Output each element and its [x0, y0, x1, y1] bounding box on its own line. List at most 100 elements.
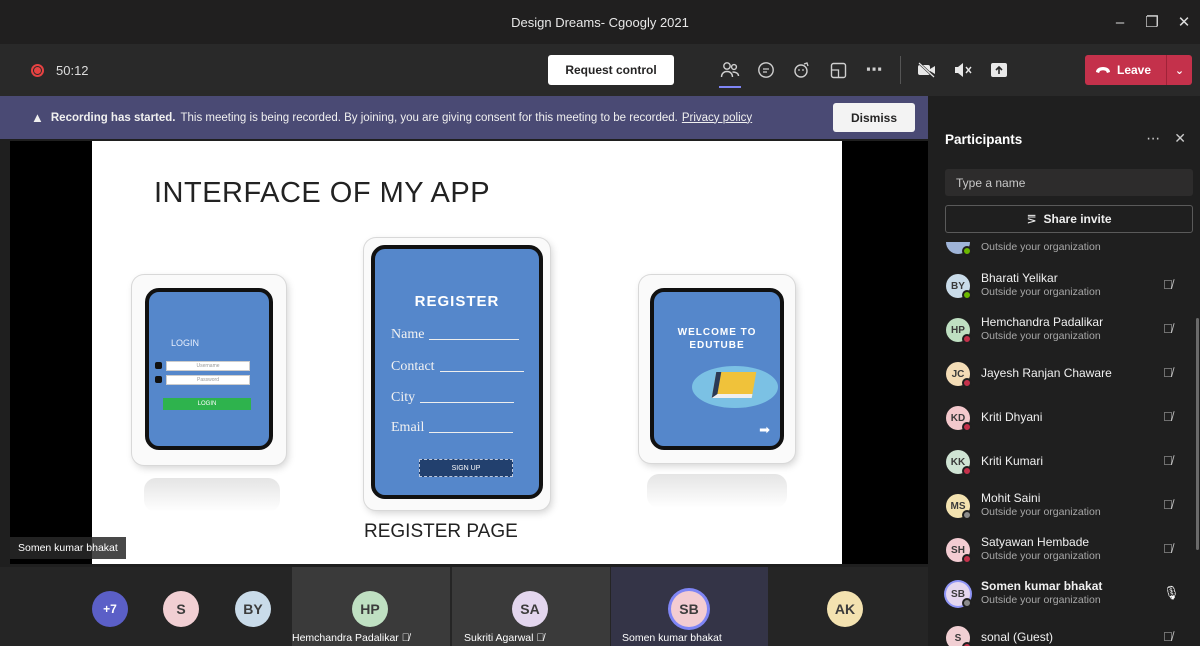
- avatar: BY: [235, 591, 271, 627]
- participants-icon[interactable]: [712, 52, 748, 88]
- more-options-icon[interactable]: ⋯: [856, 52, 892, 88]
- lock-icon: [155, 376, 162, 383]
- dismiss-button[interactable]: Dismiss: [833, 103, 915, 132]
- participant-item[interactable]: Outside your organization: [928, 242, 1200, 264]
- participant-item[interactable]: HP Hemchandra Padalikar Outside your org…: [928, 308, 1200, 352]
- warning-icon: ▲: [31, 110, 44, 125]
- password-field: Password: [166, 375, 250, 385]
- mic-off-icon: 🎙̸: [1163, 453, 1173, 468]
- minimize-icon[interactable]: –: [1104, 14, 1136, 31]
- toolbar-divider: [900, 56, 901, 84]
- tile-name: Sukriti Agarwal 🎙̸: [464, 632, 545, 644]
- login-mock-button: LOGIN: [163, 398, 251, 410]
- participant-name: Hemchandra Padalikar: [981, 315, 1104, 329]
- participant-tile[interactable]: S: [153, 567, 225, 646]
- participant-name: Jayesh Ranjan Chaware: [981, 366, 1112, 380]
- participant-name: Kriti Dhyani: [981, 410, 1043, 424]
- register-field-name: Name: [391, 327, 520, 343]
- share-screen-icon[interactable]: [981, 52, 1017, 88]
- avatar: SA: [512, 591, 548, 627]
- privacy-policy-link[interactable]: Privacy policy: [682, 112, 752, 124]
- mic-off-icon: 🎙̸: [1163, 277, 1173, 292]
- maximize-icon[interactable]: ❐: [1136, 13, 1168, 31]
- participant-item[interactable]: KK Kriti Kumari 🎙̸: [928, 440, 1200, 484]
- welcome-reflection: [647, 474, 787, 508]
- participant-org: Outside your organization: [981, 286, 1101, 298]
- reactions-icon[interactable]: [784, 52, 820, 88]
- participant-list-scrollbar[interactable]: [1196, 318, 1199, 550]
- next-arrow-icon: ➡: [759, 422, 770, 437]
- panel-close-icon[interactable]: ✕: [1174, 130, 1186, 147]
- recording-banner: ▲ Recording has started. This meeting is…: [0, 96, 928, 139]
- register-title: REGISTER: [414, 293, 500, 310]
- mic-on-icon: 🎙: [1163, 585, 1180, 600]
- participant-item[interactable]: JC Jayesh Ranjan Chaware 🎙̸: [928, 352, 1200, 396]
- participant-tile[interactable]: +7: [67, 567, 153, 646]
- mic-off-icon: 🎙̸: [536, 632, 545, 644]
- participant-item[interactable]: SB Somen kumar bhakat Outside your organ…: [928, 572, 1200, 616]
- participants-title: Participants: [945, 132, 1023, 147]
- participant-item[interactable]: SH Satyawan Hembade Outside your organiz…: [928, 528, 1200, 572]
- avatar: SB: [946, 582, 972, 608]
- leave-label: Leave: [1117, 63, 1152, 77]
- meeting-timer: 50:12: [56, 62, 89, 78]
- shared-screen: INTERFACE OF MY APP LOGIN Username Passw…: [10, 141, 928, 564]
- participant-item[interactable]: S sonal (Guest) 🎙̸: [928, 616, 1200, 646]
- participant-item[interactable]: BY Bharati Yelikar Outside your organiza…: [928, 264, 1200, 308]
- camera-off-icon[interactable]: [909, 52, 945, 88]
- meeting-toolbar: 50:12 Request control ⋯ Leave ⌄: [0, 44, 1200, 96]
- participant-list: Outside your organization BY Bharati Yel…: [928, 242, 1200, 646]
- participant-name: Satyawan Hembade: [981, 535, 1090, 549]
- register-phone-mockup: REGISTER Name Contact City Email SIGN UP: [364, 238, 550, 510]
- avatar: AK: [827, 591, 863, 627]
- login-title: LOGIN: [171, 338, 200, 348]
- participant-tile[interactable]: HP Hemchandra Padalikar 🎙̸: [292, 567, 450, 646]
- participants-panel: Participants ⋯ ✕ Type a name ⪚ Share inv…: [928, 96, 1200, 646]
- participant-org: Outside your organization: [981, 594, 1101, 606]
- participant-tile[interactable]: AK: [768, 567, 928, 646]
- close-window-icon[interactable]: ✕: [1168, 13, 1200, 31]
- request-control-button[interactable]: Request control: [548, 55, 674, 85]
- leave-button[interactable]: Leave ⌄: [1085, 55, 1192, 85]
- participant-tile[interactable]: BY: [225, 567, 292, 646]
- slide-title: INTERFACE OF MY APP: [154, 177, 491, 209]
- banner-text: This meeting is being recorded. By joini…: [180, 111, 678, 124]
- participant-name: Bharati Yelikar: [981, 271, 1058, 285]
- rooms-icon[interactable]: [820, 52, 856, 88]
- chat-icon[interactable]: [748, 52, 784, 88]
- share-invite-label: Share invite: [1043, 212, 1112, 226]
- participant-tile-active-speaker[interactable]: SB Somen kumar bhakat: [611, 567, 768, 646]
- register-page-caption: REGISTER PAGE: [364, 521, 518, 542]
- mic-off-icon: 🎙̸: [1163, 321, 1173, 336]
- banner-bold-text: Recording has started.: [50, 111, 176, 124]
- title-bar: Design Dreams- Cgoogly 2021 – ❐ ✕: [0, 0, 1200, 44]
- participant-name: Somen kumar bhakat: [981, 579, 1103, 593]
- participant-item[interactable]: MS Mohit Saini Outside your organization…: [928, 484, 1200, 528]
- participant-search-input[interactable]: Type a name: [945, 169, 1193, 196]
- welcome-title: WELCOME TO EDUTUBE: [677, 327, 757, 351]
- participant-tile[interactable]: SA Sukriti Agarwal 🎙̸: [452, 567, 610, 646]
- mic-off-icon: 🎙̸: [1163, 365, 1173, 380]
- mic-off-icon: 🎙̸: [1163, 409, 1173, 424]
- avatar: S: [946, 626, 972, 646]
- welcome-phone-mockup: WELCOME TO EDUTUBE ➡: [639, 275, 795, 463]
- hang-up-icon: [1095, 63, 1111, 77]
- panel-more-icon[interactable]: ⋯: [1146, 130, 1160, 147]
- window-controls: – ❐ ✕: [1104, 0, 1200, 44]
- speaker-muted-icon[interactable]: [945, 52, 981, 88]
- presenter-name-tag: Somen kumar bhakat: [10, 537, 126, 559]
- participant-strip: +7 S BY HP Hemchandra Padalikar 🎙̸ SA Su…: [0, 567, 928, 646]
- tile-name: Somen kumar bhakat: [622, 632, 722, 644]
- mic-off-icon: 🎙̸: [1163, 541, 1173, 556]
- participant-item[interactable]: KD Kriti Dhyani 🎙̸: [928, 396, 1200, 440]
- participant-org: Outside your organization: [981, 550, 1101, 562]
- participant-name: Mohit Saini: [981, 491, 1041, 505]
- user-icon: [155, 362, 162, 369]
- recording-icon: [31, 63, 44, 77]
- participant-org: Outside your organization: [981, 506, 1101, 518]
- avatar: BY: [946, 274, 972, 300]
- avatar: S: [163, 591, 199, 627]
- leave-options-chevron-icon[interactable]: ⌄: [1166, 55, 1192, 85]
- avatar: KK: [946, 450, 972, 476]
- share-invite-button[interactable]: ⪚ Share invite: [945, 205, 1193, 233]
